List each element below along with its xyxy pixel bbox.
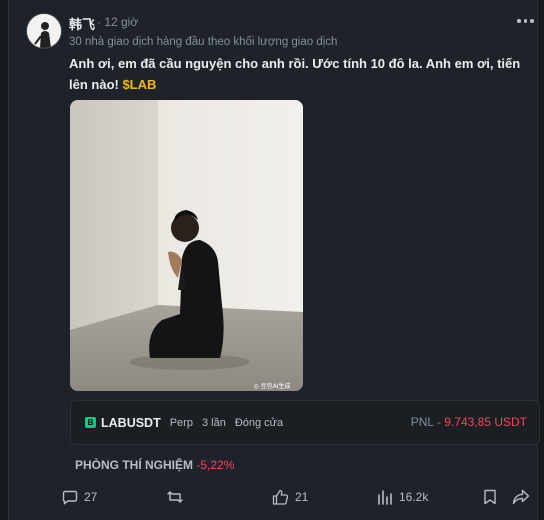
image-watermark: ◎ 豆包AI生成 bbox=[253, 382, 290, 390]
ticker-link[interactable]: $LAB bbox=[122, 77, 156, 92]
avatar[interactable] bbox=[26, 13, 62, 49]
trade-status: Đóng cửa bbox=[234, 416, 284, 429]
like-count: 21 bbox=[295, 490, 309, 504]
post-card: 韩飞 · 12 giờ 30 nhà giao dịch hàng đầu th… bbox=[8, 0, 540, 520]
pnl: PNL - 9.743,85 USDT bbox=[411, 415, 527, 429]
trade-times: 3 lần bbox=[201, 416, 226, 429]
author-name[interactable]: 韩飞 bbox=[69, 14, 95, 33]
views-button[interactable]: 16.2k bbox=[377, 489, 428, 505]
coin-tag-change: -5,22% bbox=[196, 458, 235, 472]
coin-tag-label: PHÒNG THÍ NGHIỆM bbox=[75, 458, 194, 472]
repost-icon bbox=[166, 489, 184, 505]
post-time: · 12 giờ bbox=[97, 15, 139, 29]
views-count: 16.2k bbox=[399, 490, 429, 504]
post-text: Anh ơi, em đã cầu nguyện cho anh rồi. Ướ… bbox=[69, 53, 529, 95]
buy-badge: B bbox=[85, 417, 96, 428]
author-subtitle: 30 nhà giao dịch hàng đầu theo khối lượn… bbox=[69, 36, 338, 48]
comment-icon bbox=[62, 489, 78, 505]
bookmark-button[interactable] bbox=[483, 489, 497, 505]
share-button[interactable] bbox=[512, 489, 530, 505]
coin-tag[interactable]: PHÒNG THÍ NGHIỆM -5,22% bbox=[75, 458, 234, 472]
bookmark-icon bbox=[483, 489, 497, 505]
trade-card[interactable]: B LABUSDT Perp 3 lần Đóng cửa PNL - 9.74… bbox=[70, 400, 540, 445]
views-icon bbox=[377, 489, 393, 505]
trade-type: Perp bbox=[169, 416, 193, 429]
repost-button[interactable] bbox=[166, 489, 184, 505]
pnl-value: - 9.743,85 USDT bbox=[436, 415, 527, 429]
comment-button[interactable]: 27 bbox=[62, 489, 97, 505]
comment-count: 27 bbox=[84, 490, 98, 504]
thumbs-up-icon bbox=[272, 489, 289, 505]
share-icon bbox=[512, 489, 530, 505]
action-bar: 27 21 16.2k bbox=[9, 489, 537, 509]
pnl-label: PNL bbox=[410, 415, 434, 429]
trade-pair: LABUSDT bbox=[101, 415, 161, 430]
more-options-icon[interactable] bbox=[517, 16, 535, 26]
like-button[interactable]: 21 bbox=[272, 489, 308, 505]
post-image[interactable]: ◎ 豆包AI生成 bbox=[70, 100, 303, 391]
